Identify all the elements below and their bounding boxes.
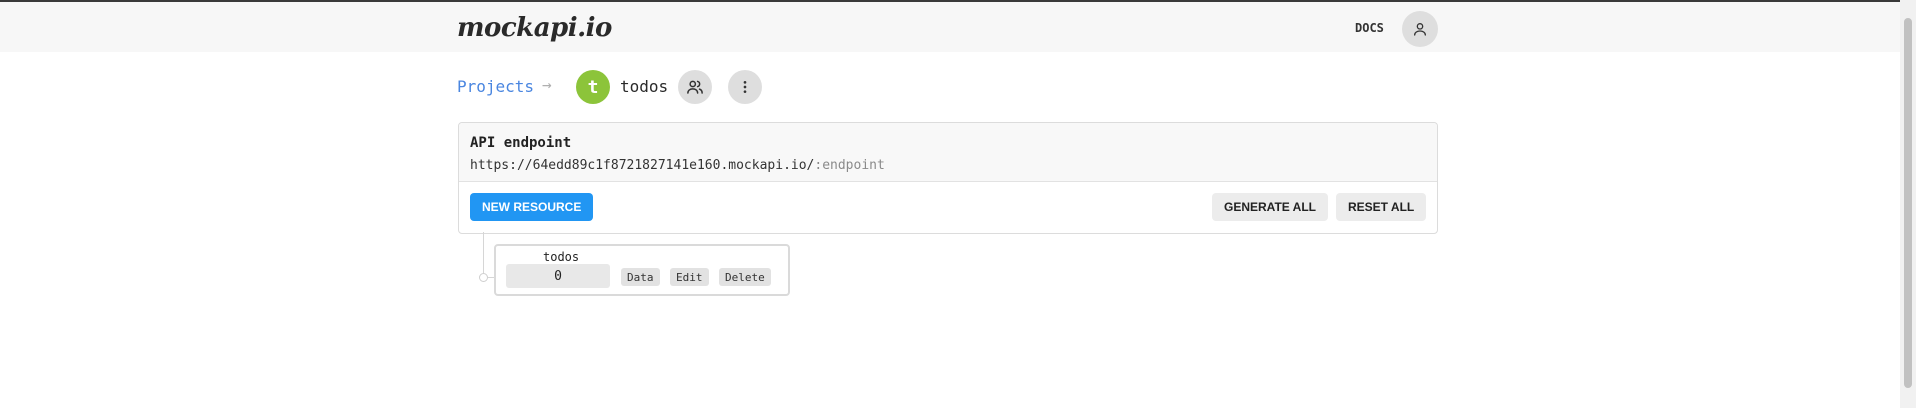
resource-edit-button[interactable]: Edit [670,268,709,286]
mockapi-logo[interactable]: mockapi.io [457,13,612,43]
users-icon [687,80,703,94]
docs-link[interactable]: DOCS [1355,21,1384,35]
api-url-suffix: :endpoint [814,158,885,173]
resource-data-button[interactable]: Data [621,268,660,286]
project-name: todos [620,77,669,96]
generate-all-button[interactable]: GENERATE ALL [1212,193,1328,221]
api-endpoint-title: API endpoint [470,135,572,151]
api-endpoint-url[interactable]: https://64edd89c1f8721827141e160.mockapi… [470,158,885,173]
resource-name: todos [543,250,580,264]
resource-delete-button[interactable]: Delete [719,268,771,286]
user-icon [1414,23,1426,36]
tree-connector-vertical [483,232,484,277]
api-url-base: https://64edd89c1f8721827141e160.mockapi… [470,158,815,173]
user-menu-button[interactable] [1402,11,1438,47]
scrollbar-thumb[interactable] [1904,18,1912,388]
reset-all-button[interactable]: RESET ALL [1336,193,1427,221]
new-resource-button[interactable]: NEW RESOURCE [470,193,594,221]
api-endpoint-header: API endpoint https://64edd89c1f872182714… [459,123,1437,182]
project-members-button[interactable] [678,70,712,104]
project-avatar: t [576,70,610,104]
more-vertical-icon [743,81,747,93]
breadcrumb-arrow-icon: → [542,75,552,94]
resource-card-todos: todos 0 Data Edit Delete [494,244,790,296]
top-header: mockapi.io DOCS [0,2,1900,52]
project-menu-button[interactable] [728,70,762,104]
resource-count-bar[interactable]: 0 [506,264,610,288]
api-endpoint-card: API endpoint https://64edd89c1f872182714… [458,122,1438,234]
breadcrumb-projects-link[interactable]: Projects [457,77,534,96]
tree-node-dot [479,273,488,282]
